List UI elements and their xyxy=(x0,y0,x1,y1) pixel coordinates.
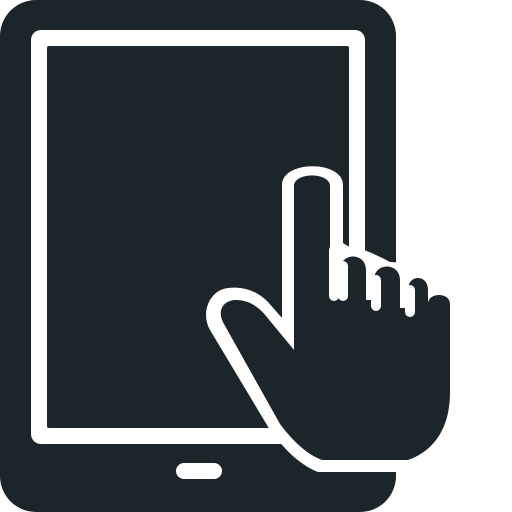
home-button-icon xyxy=(176,463,222,479)
tablet-touch-svg xyxy=(0,0,462,512)
tablet-touch-icon xyxy=(0,0,512,512)
